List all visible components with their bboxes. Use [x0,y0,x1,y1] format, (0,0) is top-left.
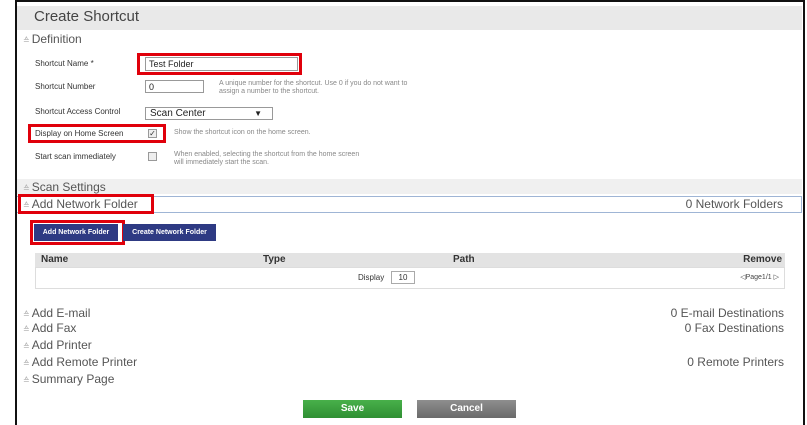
hint-line: assign a number to the shortcut. [219,88,319,95]
shortcut-name-label: Shortcut Name * [35,59,94,68]
start-scan-label: Start scan immediately [35,152,116,161]
display-home-hint: Show the shortcut icon on the home scree… [174,129,311,136]
double-chevron-down-icon: ≙ [23,359,30,368]
section-add-fax-header[interactable]: ≙ Add Fax 0 Fax Destinations [17,320,802,336]
email-count: 0 E-mail Destinations [670,306,784,320]
pager[interactable]: ◁Page1/1 ▷ [740,273,779,281]
shortcut-number-label: Shortcut Number [35,82,96,91]
double-chevron-down-icon: ≙ [23,310,30,319]
double-chevron-down-icon: ≙ [23,342,30,351]
start-scan-hint: When enabled, selecting the shortcut fro… [174,151,359,167]
shortcut-number-hint: A unique number for the shortcut. Use 0 … [219,80,407,96]
hint-line: When enabled, selecting the shortcut fro… [174,151,360,158]
highlight-display-home [28,124,166,143]
access-control-select[interactable]: Scan Center ▼ [145,107,273,120]
column-remove: Remove [743,254,782,265]
section-add-printer-header[interactable]: ≙ Add Printer [17,337,802,353]
section-add-email-header[interactable]: ≙ Add E-mail 0 E-mail Destinations [17,305,802,321]
network-folder-count: 0 Network Folders [685,197,783,211]
section-add-remote-printer-header[interactable]: ≙ Add Remote Printer 0 Remote Printers [17,354,802,370]
hint-line: will immediately start the scan. [174,159,269,166]
network-folder-table-header: Name Type Path Remove [35,253,785,267]
highlight-network-folder-section [18,194,154,214]
dropdown-arrow-icon: ▼ [254,109,262,118]
shortcut-number-input[interactable]: 0 [145,80,204,93]
column-type: Type [263,254,286,265]
fax-count: 0 Fax Destinations [684,321,784,335]
double-chevron-down-icon: ≙ [23,376,30,385]
section-definition-header[interactable]: ≙ Definition [17,31,802,47]
section-summary-header[interactable]: ≙ Summary Page [17,371,802,387]
access-control-value: Scan Center [150,108,206,119]
access-control-label: Shortcut Access Control [35,107,121,116]
remote-printer-count: 0 Remote Printers [687,355,784,369]
highlight-shortcut-name [137,53,302,75]
create-network-folder-button[interactable]: Create Network Folder [123,224,216,241]
column-name: Name [41,254,69,265]
section-scan-settings-header[interactable]: ≙ Scan Settings [17,179,802,194]
cancel-button[interactable]: Cancel [417,400,516,418]
hint-line: A unique number for the shortcut. Use 0 … [219,80,408,87]
display-label: Display [358,273,385,282]
column-path: Path [453,254,475,265]
save-button[interactable]: Save [303,400,402,418]
double-chevron-down-icon: ≙ [23,184,30,193]
display-count-input[interactable]: 10 [391,271,415,284]
page-title: Create Shortcut [34,8,140,25]
highlight-add-network-folder-button [30,220,125,245]
start-scan-checkbox[interactable] [148,152,157,161]
double-chevron-up-icon: ≙ [23,36,30,45]
double-chevron-down-icon: ≙ [23,325,30,334]
network-folder-table-body: Display 10 ◁Page1/1 ▷ [35,267,785,289]
